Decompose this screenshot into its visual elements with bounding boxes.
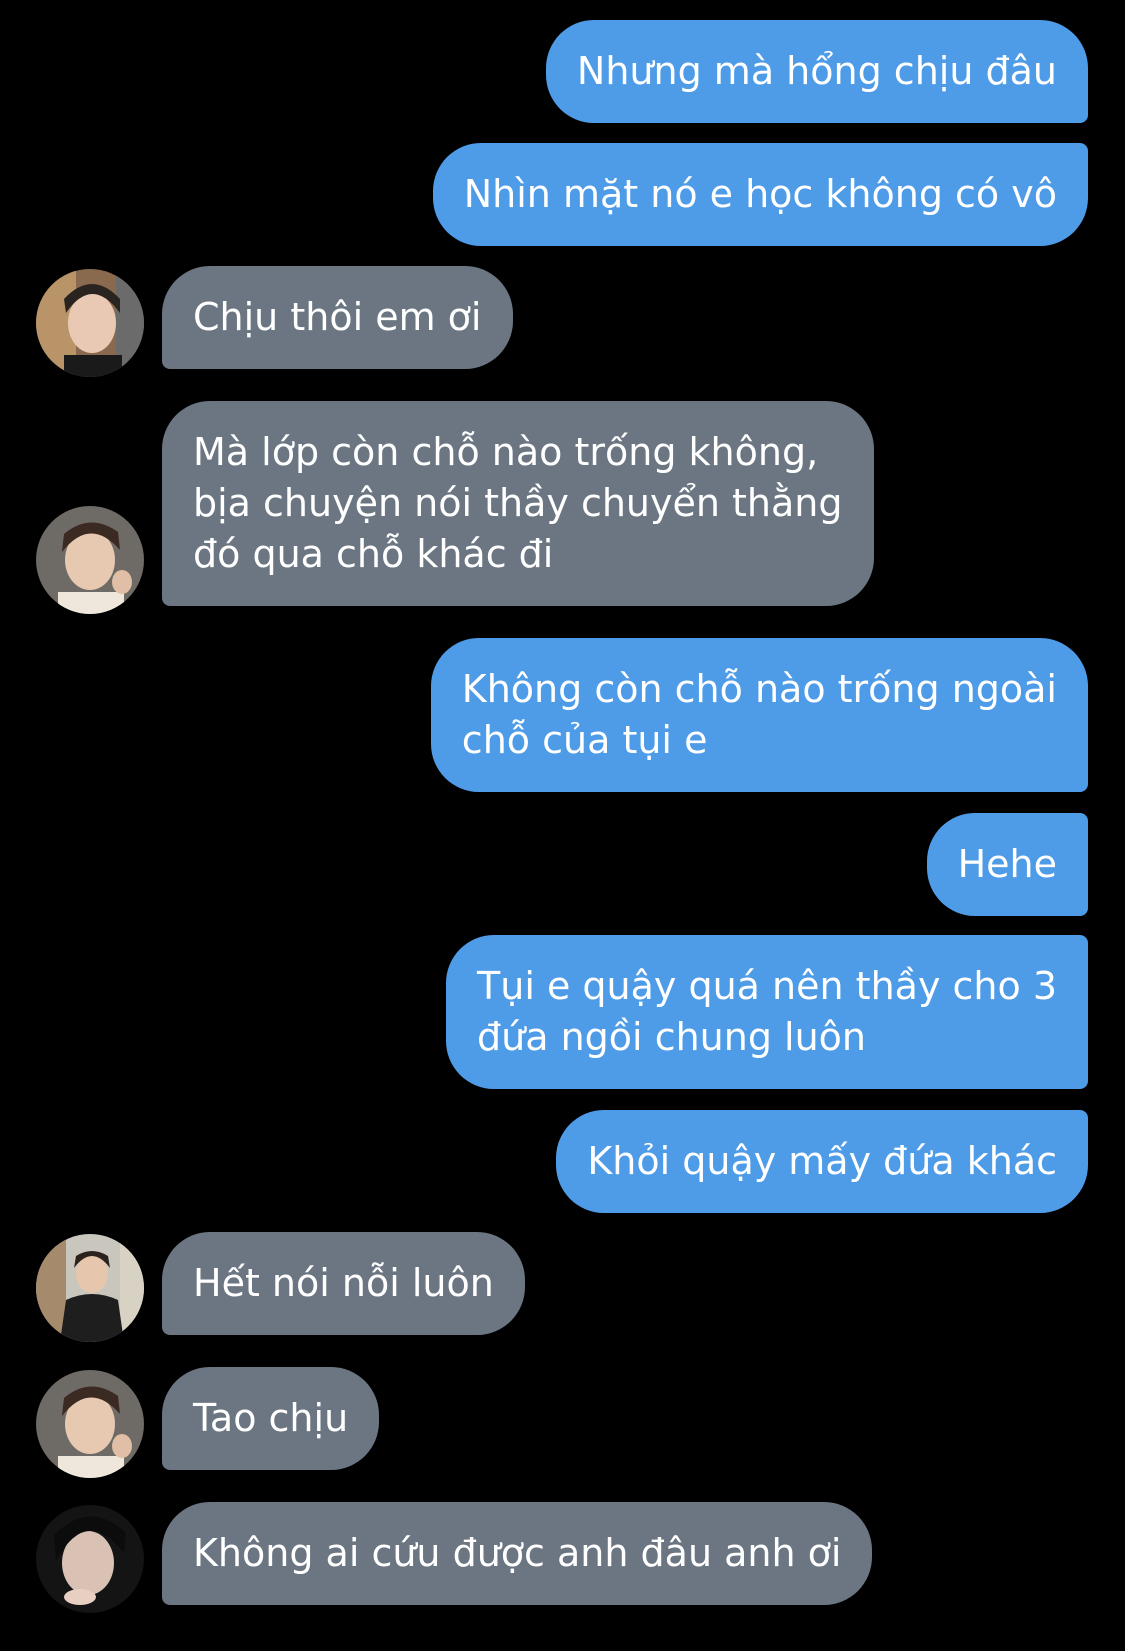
message-bubble-outgoing[interactable]: Khỏi quậy mấy đứa khác — [556, 1110, 1088, 1213]
message-text: Không ai cứu được anh đâu anh ơi — [193, 1531, 842, 1575]
message-text-line: Mà lớp còn chỗ nào trống không, — [193, 430, 819, 474]
message-bubble-outgoing[interactable]: Không còn chỗ nào trống ngoài chỗ của tụ… — [430, 638, 1088, 792]
message-text: Nhưng mà hổng chịu đâu — [576, 49, 1057, 93]
message-text: Hết nói nỗi luôn — [193, 1261, 494, 1305]
message-text-line: Tụi e quậy quá nên thầy cho 3 — [477, 964, 1057, 1008]
message-text: Chịu thôi em ơi — [193, 295, 482, 339]
message-bubble-incoming[interactable]: Hết nói nỗi luôn — [162, 1232, 525, 1335]
avatar-1-icon[interactable] — [36, 269, 144, 377]
avatar-2-icon[interactable] — [36, 1370, 144, 1478]
avatar-4-icon[interactable] — [36, 1505, 144, 1613]
message-bubble-outgoing[interactable]: Nhìn mặt nó e học không có vô — [432, 143, 1088, 246]
message-text-line: Không còn chỗ nào trống ngoài — [461, 667, 1057, 711]
message-bubble-incoming[interactable]: Mà lớp còn chỗ nào trống không, bịa chuy… — [162, 401, 874, 606]
avatar-2-icon[interactable] — [36, 506, 144, 614]
message-text: Nhìn mặt nó e học không có vô — [463, 172, 1057, 216]
message-text-line: đó qua chỗ khác đi — [193, 532, 554, 576]
avatar-3-icon[interactable] — [36, 1234, 144, 1342]
message-text: Khỏi quậy mấy đứa khác — [587, 1139, 1057, 1183]
message-bubble-outgoing[interactable]: Hehe — [926, 813, 1088, 916]
message-bubble-incoming[interactable]: Chịu thôi em ơi — [162, 266, 513, 369]
message-text-line: đứa ngồi chung luôn — [477, 1015, 867, 1059]
message-text-line: bịa chuyện nói thầy chuyển thằng — [193, 481, 843, 525]
message-bubble-incoming[interactable]: Tao chịu — [162, 1367, 380, 1470]
message-bubble-outgoing[interactable]: Tụi e quậy quá nên thầy cho 3 đứa ngồi c… — [446, 935, 1088, 1089]
message-text: Hehe — [957, 842, 1057, 886]
message-bubble-outgoing[interactable]: Nhưng mà hổng chịu đâu — [545, 20, 1088, 123]
message-text: Tao chịu — [193, 1396, 349, 1440]
message-bubble-incoming[interactable]: Không ai cứu được anh đâu anh ơi — [162, 1502, 873, 1605]
message-text-line: chỗ của tụi e — [461, 718, 708, 762]
